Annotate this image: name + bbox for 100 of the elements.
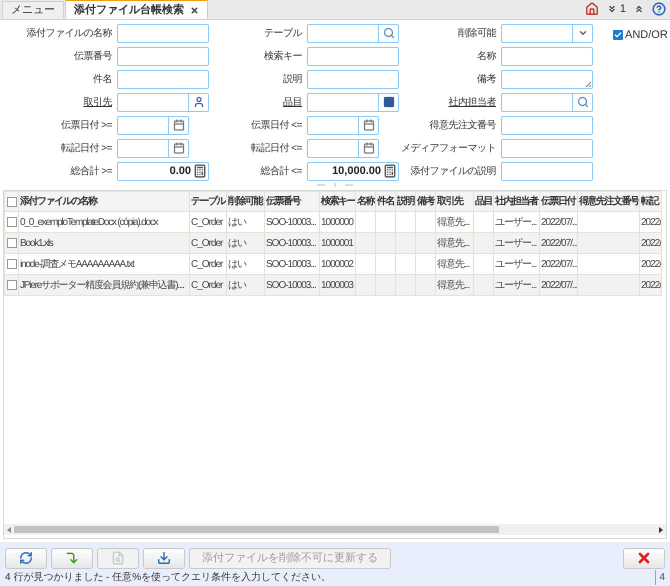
text-area[interactable] — [501, 70, 593, 88]
date-field[interactable] — [117, 138, 189, 158]
table-cell: 1000003 — [321, 280, 353, 290]
lookup-field[interactable] — [307, 92, 399, 112]
calendar-icon[interactable] — [362, 119, 374, 131]
select-all-checkbox[interactable] — [7, 196, 17, 206]
status-message: 4 行が見つかりました - 任意%を使ってクエリ条件を入力してください。 — [5, 570, 332, 585]
calendar-icon[interactable] — [362, 142, 374, 154]
date-field[interactable] — [117, 116, 189, 134]
table-cell: inode-調査メモAAAAAAAAA.txt — [20, 258, 134, 270]
field-label: テーブル — [263, 26, 304, 40]
field-label: 得意先注文番号 — [428, 118, 497, 132]
expand-button[interactable]: 1 — [606, 0, 626, 18]
input-field[interactable] — [501, 138, 593, 158]
product-icon[interactable] — [382, 96, 394, 108]
lookup-field[interactable] — [501, 92, 593, 112]
input-field[interactable] — [501, 46, 593, 66]
table-cell: 2022/07/... — [541, 238, 576, 248]
table-cell: 2022/07/... — [541, 216, 576, 228]
field-link[interactable]: 取引先 — [0, 94, 115, 110]
refresh-icon — [19, 551, 33, 565]
field-label: 総合計 >= — [70, 164, 113, 178]
field-label: 伝票番号 — [73, 50, 113, 64]
table-cell: 1000000 — [321, 216, 353, 228]
table-cell: はい — [228, 216, 246, 228]
person-icon[interactable] — [192, 96, 204, 108]
help-icon[interactable] — [652, 2, 666, 16]
table-cell: C_Order — [191, 258, 222, 270]
close-icon[interactable] — [190, 6, 199, 14]
field-link[interactable]: 品目 — [209, 94, 305, 110]
table-cell: Book1.xls — [20, 238, 53, 248]
row-count: 4 — [655, 570, 665, 585]
table-cell: 得意先... — [437, 238, 470, 248]
field-link[interactable]: 社内担当者 — [399, 94, 499, 110]
input-field[interactable] — [501, 162, 593, 180]
table-cell: ユーザー... — [495, 280, 536, 290]
dropdown-field[interactable] — [501, 24, 593, 42]
date-field[interactable] — [307, 138, 379, 158]
number-field[interactable]: 0.00 — [117, 162, 209, 180]
splitter-handle-icon[interactable] — [315, 183, 355, 187]
search-icon[interactable] — [576, 96, 588, 108]
export-button[interactable] — [143, 548, 185, 568]
input-field[interactable] — [501, 116, 593, 134]
calculator-icon[interactable] — [383, 164, 397, 178]
double-chevron-up-icon[interactable] — [634, 4, 644, 14]
date-field[interactable] — [307, 116, 379, 134]
input-field[interactable] — [117, 70, 209, 88]
zoom-button[interactable] — [51, 548, 93, 568]
field-label: 名称 — [476, 50, 497, 64]
curved-arrow-icon — [65, 551, 79, 565]
row-checkbox[interactable] — [7, 217, 17, 227]
calculator-icon[interactable] — [193, 164, 207, 178]
close-icon — [636, 550, 652, 566]
download-icon — [157, 551, 171, 565]
table-cell: 得意先... — [437, 216, 470, 228]
table-cell: はい — [228, 238, 246, 248]
field-label: 総合計 <= — [260, 164, 303, 178]
field-label: 件名 — [92, 72, 113, 86]
table-cell: 得意先... — [437, 280, 470, 290]
scroll-left-icon[interactable] — [7, 526, 11, 532]
field-label: 添付ファイルの説明 — [410, 164, 497, 178]
checkbox[interactable] — [613, 30, 623, 40]
close-button[interactable] — [623, 548, 665, 568]
table-cell: ユーザー... — [495, 238, 536, 248]
field-label: 添付ファイルの名称 — [26, 26, 113, 40]
row-checkbox[interactable] — [7, 238, 17, 248]
table-cell: 1000002 — [321, 258, 353, 270]
refresh-button[interactable] — [5, 548, 47, 568]
search-icon[interactable] — [382, 27, 394, 39]
input-field[interactable] — [307, 70, 399, 88]
table-cell: はい — [228, 280, 246, 290]
field-label: 伝票日付 <= — [250, 118, 303, 132]
lookup-field[interactable] — [307, 24, 399, 42]
table-cell: 1000001 — [321, 238, 353, 248]
table-cell: SOO-10003... — [266, 280, 316, 290]
number-field[interactable]: 10,000.00 — [307, 162, 399, 180]
tab[interactable]: 添付ファイル台帳検索 — [65, 0, 208, 19]
row-checkbox[interactable] — [7, 259, 17, 269]
calendar-icon[interactable] — [172, 142, 184, 154]
table-cell: SOO-10003... — [266, 258, 316, 270]
input-field[interactable] — [307, 46, 399, 66]
checkbox-label[interactable]: AND/OR — [625, 27, 668, 44]
home-icon[interactable] — [584, 2, 599, 16]
row-checkbox[interactable] — [7, 280, 17, 290]
double-chevron-down-icon — [606, 4, 617, 14]
field-label: 備考 — [476, 72, 498, 86]
scroll-right-icon[interactable] — [659, 526, 663, 532]
input-field[interactable] — [117, 24, 209, 42]
calendar-icon[interactable] — [172, 119, 184, 131]
lookup-field[interactable] — [117, 92, 209, 112]
tab[interactable]: メニュー — [2, 1, 64, 19]
field-label: 転記日付 >= — [60, 142, 113, 156]
resize-grip-icon — [585, 80, 591, 86]
input-field[interactable] — [117, 46, 209, 66]
table-cell: 2022/07/... — [541, 280, 576, 290]
table-cell: ユーザー... — [495, 216, 536, 228]
horizontal-scrollbar[interactable] — [4, 524, 666, 535]
field-label: 伝票日付 >= — [60, 118, 113, 132]
table-cell: 2022/07/... — [541, 258, 576, 270]
table-cell: JPiereサポーター精度会員規約(兼申込書).... — [20, 280, 184, 290]
